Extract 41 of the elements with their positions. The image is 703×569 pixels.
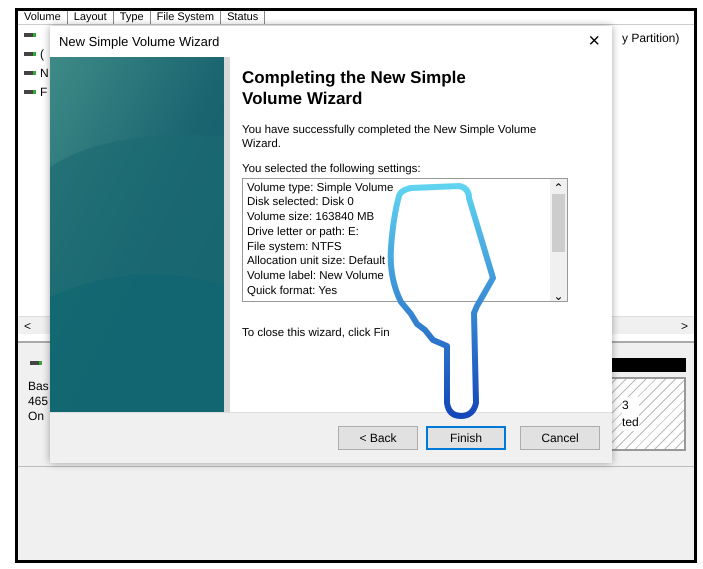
column-header[interactable]: File System [150, 11, 222, 24]
settings-list[interactable]: Volume type: Simple Volume Disk selected: Disk 0 Volume size: 163840 MB Drive letter or path: E: File system: NTFS Allocation unit size: Default Volume label: New Volume Quick format: Yes ⌃ ⌄ [242, 178, 568, 302]
column-header[interactable]: Layout [68, 11, 114, 24]
setting-line: Drive letter or path: E: [247, 224, 360, 240]
wizard-button[interactable]: Cancel [520, 426, 600, 450]
setting-line: File system: NTFS [247, 240, 343, 254]
column-header[interactable]: Status [221, 11, 266, 24]
partition-label: ted [622, 414, 639, 431]
setting-line: Allocation unit size: Default [247, 254, 386, 269]
settings-label: You selected the following settings: [242, 162, 422, 176]
volume-icon [24, 52, 36, 56]
scroll-down-button[interactable]: ⌄ [554, 290, 564, 301]
setting-line: Volume size: 163840 MB [247, 210, 376, 225]
intro-text: You have successfully completed the New Simple Volume Wizard. [242, 122, 538, 151]
close-button[interactable]: × [584, 31, 604, 52]
partition-text: y Partition) [622, 30, 680, 47]
volume-icon [24, 32, 36, 36]
disk-label: Bas [28, 379, 49, 394]
disk-label: 465 [28, 394, 49, 409]
column-header[interactable]: Volume [18, 11, 68, 24]
setting-line: Volume label: New Volume [247, 268, 385, 284]
volume-name[interactable]: F [40, 82, 48, 100]
wizard-heading: Completing the New Simple Volume Wizard [242, 66, 467, 109]
disk-label: On [28, 409, 46, 424]
column-header[interactable]: Type [114, 11, 151, 24]
volume-icon [24, 70, 36, 74]
wizard-button[interactable]: < Back [338, 426, 418, 450]
setting-line: Volume type: Simple Volume [247, 180, 394, 196]
closing-text: To close this wizard, click Fin [242, 326, 391, 340]
volume-icon [24, 90, 36, 94]
scroll-thumb[interactable] [552, 194, 565, 252]
scroll-left-button[interactable]: < [24, 316, 32, 334]
scroll-right-button[interactable]: > [680, 316, 688, 334]
volume-name[interactable]: ( [40, 44, 44, 62]
setting-line: Disk selected: Disk 0 [247, 195, 355, 210]
setting-line: Quick format: Yes [247, 284, 338, 298]
scroll-up-button[interactable]: ⌃ [554, 182, 564, 194]
dialog-title: New Simple Volume Wizard [59, 32, 220, 51]
wizard-button[interactable]: Finish [426, 426, 506, 450]
partition-label: 3 [622, 397, 630, 414]
volume-name[interactable]: N [40, 64, 49, 82]
